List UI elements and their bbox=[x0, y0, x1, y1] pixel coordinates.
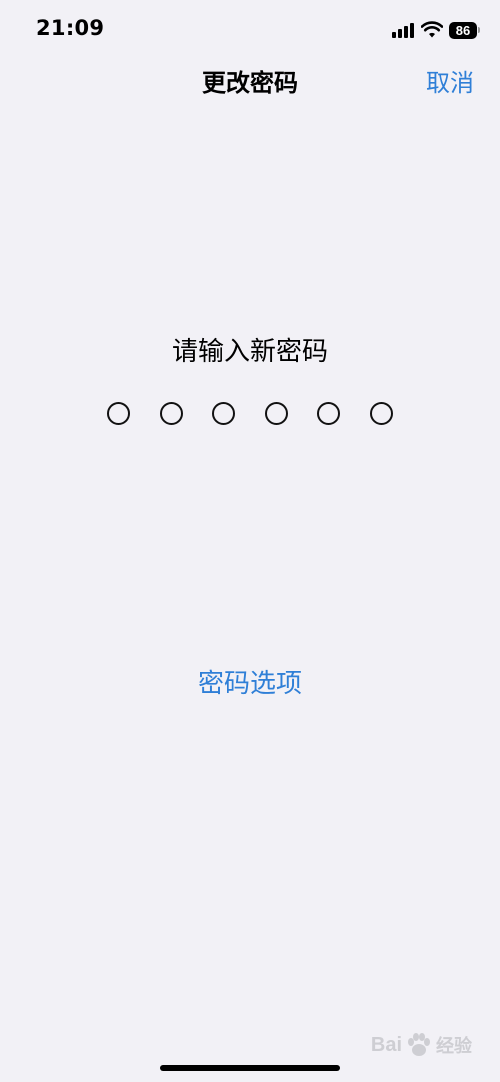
passcode-dot bbox=[317, 402, 341, 425]
home-indicator[interactable] bbox=[160, 1065, 340, 1071]
passcode-dot bbox=[264, 402, 288, 425]
passcode-options-button[interactable]: 密码选项 bbox=[0, 665, 500, 703]
battery-icon: 86 bbox=[449, 21, 480, 39]
wifi-icon bbox=[421, 21, 443, 38]
battery-level: 86 bbox=[449, 21, 477, 39]
change-passcode-screen: 21:09 86 更改密码 取消 请输入新密码 密码选项 Bai 经验 bbox=[0, 0, 500, 1082]
passcode-dot bbox=[159, 402, 183, 425]
passcode-dot bbox=[369, 402, 393, 425]
status-bar: 21:09 86 bbox=[0, 0, 500, 60]
passcode-dot bbox=[212, 402, 236, 425]
cancel-button[interactable]: 取消 bbox=[426, 66, 474, 100]
page-title: 更改密码 bbox=[202, 69, 298, 97]
passcode-dot bbox=[107, 402, 130, 425]
paw-icon bbox=[408, 1033, 430, 1056]
watermark: Bai 经验 bbox=[371, 1032, 472, 1058]
passcode-prompt: 请输入新密码 bbox=[171, 337, 328, 367]
watermark-brand: Bai bbox=[370, 1033, 402, 1056]
status-icons: 86 bbox=[392, 19, 480, 41]
watermark-suffix: 经验 bbox=[436, 1036, 472, 1056]
status-time: 21:09 bbox=[36, 16, 105, 40]
passcode-dots bbox=[107, 402, 393, 426]
signal-icon bbox=[392, 22, 414, 38]
